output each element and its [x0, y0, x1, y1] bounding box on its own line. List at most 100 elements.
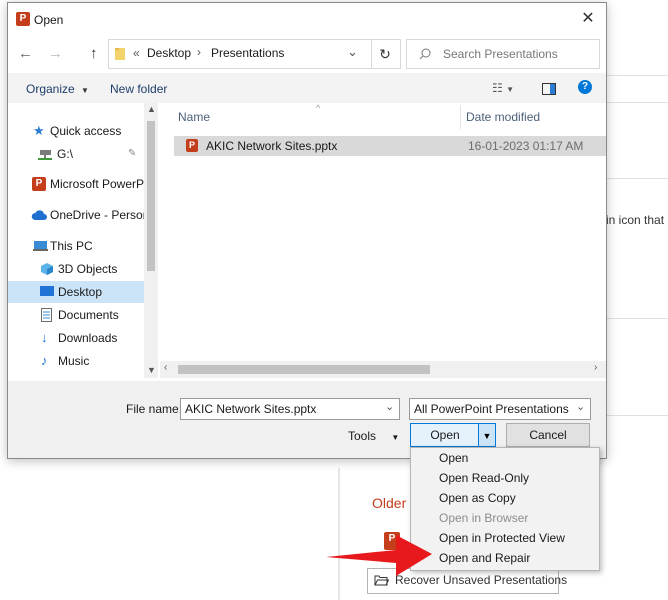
search-icon [419, 48, 431, 60]
scroll-left-icon[interactable]: ‹ [164, 362, 167, 373]
sidebar-item-label: 3D Objects [58, 262, 118, 276]
chevron-down-icon: ▼ [81, 86, 89, 95]
download-icon: ↓ [41, 330, 48, 345]
chevron-down-icon: ▼ [482, 431, 492, 441]
chevron-down-icon[interactable]: ⌄ [576, 399, 585, 417]
menu-item-open-in-protected-view[interactable]: Open in Protected View [439, 528, 565, 548]
file-name-label: File name: [126, 402, 183, 416]
sidebar-item-label: Music [58, 354, 90, 368]
preview-pane-icon[interactable] [542, 83, 556, 95]
file-list-pane: Name ^ Date modified P AKIC Network Site… [160, 103, 606, 378]
breadcrumb-separator-icon: › [197, 45, 201, 59]
help-icon[interactable]: ? [578, 80, 592, 94]
sidebar-scroll-thumb[interactable] [147, 121, 155, 271]
file-row[interactable]: P AKIC Network Sites.pptx 16-01-2023 01:… [174, 136, 606, 156]
sidebar-item-microsoft-powerpoint[interactable]: P Microsoft PowerPoint [8, 173, 144, 195]
background-divider [606, 102, 668, 103]
music-icon: ♪ [41, 353, 48, 368]
sidebar-item-quick-access[interactable]: ★ Quick access [8, 120, 144, 142]
refresh-icon[interactable]: ↻ [370, 39, 401, 69]
open-options-dropdown[interactable]: ▼ [478, 423, 496, 447]
sidebar-item-label: Desktop [58, 285, 103, 299]
breadcrumb-presentations[interactable]: Presentations [211, 46, 284, 60]
sidebar-scrollbar[interactable]: ▲ ▼ [144, 103, 158, 378]
file-name: AKIC Network Sites.pptx [206, 139, 338, 153]
background-divider [606, 178, 668, 179]
menu-item-open-in-browser: Open in Browser [439, 511, 529, 525]
new-folder-button[interactable]: New folder [110, 82, 167, 96]
menu-item-open-as-copy[interactable]: Open as Copy [439, 488, 516, 508]
cancel-button[interactable]: Cancel [506, 423, 590, 447]
sidebar-item-downloads[interactable]: ↓ Downloads [8, 327, 144, 349]
background-divider [606, 75, 668, 76]
command-bar: Organize ▼ New folder ☷ ▼ ? [8, 73, 606, 103]
column-divider [460, 105, 461, 129]
sidebar-item-this-pc[interactable]: This PC [8, 235, 144, 257]
history-dropdown-icon[interactable]: ⌄ [347, 44, 358, 60]
sidebar-item-music[interactable]: ♪ Music [8, 350, 144, 372]
computer-icon [33, 241, 48, 251]
sidebar-item-onedrive[interactable]: OneDrive - Personal [8, 204, 144, 226]
star-icon: ★ [33, 123, 45, 138]
cancel-button-label: Cancel [529, 428, 567, 442]
open-button[interactable]: Open [410, 423, 480, 447]
sidebar-item-desktop[interactable]: Desktop [8, 281, 144, 303]
sidebar-item-label: G:\ [57, 147, 74, 161]
file-type-value: All PowerPoint Presentations (*.p [414, 402, 570, 416]
sidebar-item-label: This PC [50, 239, 93, 253]
forward-arrow-icon[interactable]: → [48, 45, 63, 62]
horizontal-scroll-thumb[interactable] [178, 365, 430, 374]
background-divider [606, 415, 668, 416]
file-name-input[interactable]: AKIC Network Sites.pptx ⌄ [180, 398, 400, 420]
background-fragment-text: in icon that [606, 213, 665, 227]
scroll-right-icon[interactable]: › [594, 362, 597, 373]
document-icon [41, 308, 52, 322]
open-button-label: Open [430, 428, 460, 442]
organize-label: Organize [26, 82, 75, 96]
scroll-up-icon[interactable]: ▲ [147, 104, 156, 114]
menu-item-open[interactable]: Open [439, 448, 468, 468]
pin-icon: ✎ [128, 148, 137, 159]
open-options-menu: Open Open Read-Only Open as Copy Open in… [410, 447, 600, 571]
chevron-down-icon[interactable]: ⌄ [385, 399, 394, 417]
sidebar-item-g-drive[interactable]: G:\ ✎ [8, 143, 144, 165]
tools-button[interactable]: Tools ▼ [348, 429, 399, 443]
column-header-date-modified[interactable]: Date modified [466, 103, 540, 131]
navigation-row: ← → ↑ « Desktop › Presentations ⌄ ↻ Sear… [8, 39, 606, 69]
desktop-icon [40, 286, 54, 296]
network-drive-icon [38, 150, 52, 160]
search-input[interactable]: Search Presentations [406, 39, 600, 69]
powerpoint-icon: P [32, 177, 46, 191]
cloud-icon [31, 210, 47, 220]
file-type-select[interactable]: All PowerPoint Presentations (*.p ⌄ [409, 398, 591, 420]
file-name-value: AKIC Network Sites.pptx [185, 402, 317, 416]
scroll-down-icon[interactable]: ▼ [147, 365, 156, 375]
address-bar[interactable]: « Desktop › Presentations ⌄ [108, 39, 372, 69]
close-button[interactable]: ✕ [578, 9, 598, 29]
search-placeholder: Search Presentations [443, 47, 558, 61]
older-heading: Older [372, 495, 407, 511]
view-options-icon[interactable]: ☷ ▼ [492, 81, 514, 95]
path-overflow[interactable]: « [133, 46, 140, 60]
menu-item-open-read-only[interactable]: Open Read-Only [439, 468, 529, 488]
organize-button[interactable]: Organize ▼ [26, 82, 89, 96]
cube-icon [41, 263, 53, 275]
back-arrow-icon[interactable]: ← [18, 45, 33, 62]
chevron-down-icon: ▼ [391, 433, 400, 442]
column-header-name[interactable]: Name [178, 103, 210, 131]
open-dialog: P Open ✕ ← → ↑ « Desktop › Presentations… [7, 2, 607, 459]
sidebar-item-3d-objects[interactable]: 3D Objects [8, 258, 144, 280]
file-date: 16-01-2023 01:17 AM [468, 139, 584, 153]
pptx-file-icon: P [186, 139, 198, 152]
folder-icon [115, 48, 125, 60]
horizontal-scrollbar[interactable]: ‹ › [160, 361, 606, 378]
dialog-titlebar: P Open ✕ [8, 3, 606, 35]
breadcrumb-desktop[interactable]: Desktop [147, 46, 191, 60]
dialog-title: Open [34, 13, 64, 27]
sidebar-item-documents[interactable]: Documents [8, 304, 144, 326]
menu-item-open-and-repair[interactable]: Open and Repair [439, 548, 530, 568]
sort-ascending-icon: ^ [316, 103, 321, 113]
sidebar-item-label: Microsoft PowerPoint [50, 177, 144, 191]
sidebar-item-label: OneDrive - Personal [50, 208, 144, 222]
up-arrow-icon[interactable]: ↑ [90, 45, 98, 62]
